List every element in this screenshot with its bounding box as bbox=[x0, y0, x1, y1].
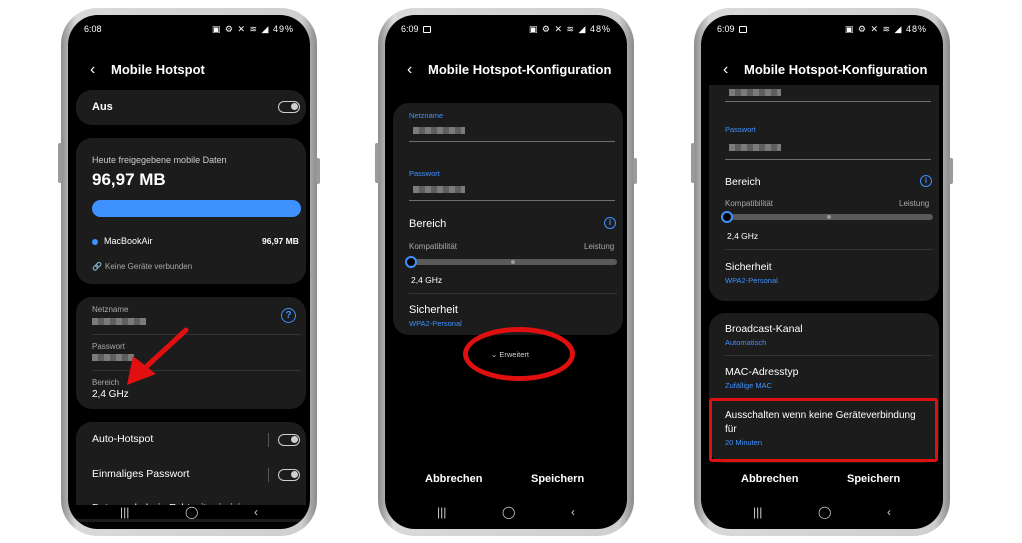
arrow-shaft bbox=[144, 327, 189, 369]
annotation-arrow bbox=[127, 327, 189, 385]
